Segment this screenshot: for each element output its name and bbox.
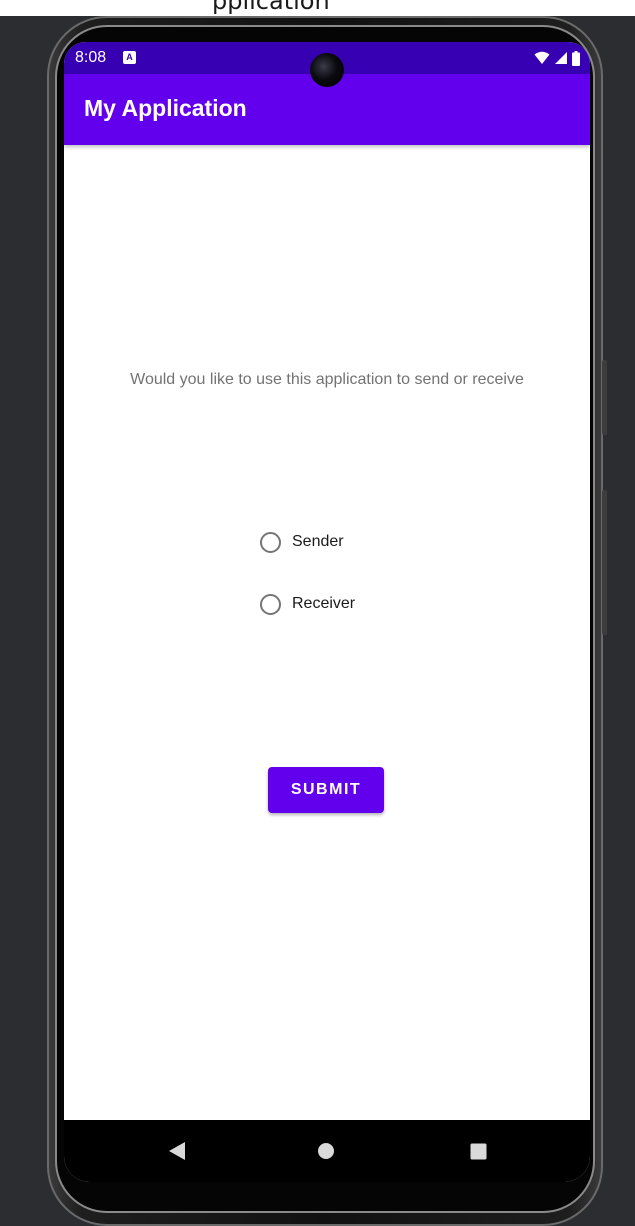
- home-icon: [318, 1143, 334, 1159]
- notification-icon: A: [123, 51, 136, 64]
- nav-back-button[interactable]: [162, 1136, 192, 1166]
- app-title: My Application: [84, 95, 247, 121]
- question-text: Would you like to use this application t…: [130, 371, 524, 388]
- status-time: 8:08: [75, 49, 107, 66]
- battery-icon: [572, 50, 580, 66]
- submit-button[interactable]: SUBMIT: [268, 767, 384, 813]
- phone-volume-button[interactable]: [602, 490, 607, 635]
- nav-recents-button[interactable]: [463, 1136, 493, 1166]
- ide-title-fragment: pplication: [212, 0, 330, 15]
- role-radio-group: Sender Receiver: [260, 528, 355, 652]
- front-camera: [310, 53, 344, 87]
- status-icons: [534, 50, 580, 66]
- nav-home-button[interactable]: [311, 1136, 341, 1166]
- recents-icon: [470, 1143, 486, 1159]
- back-icon: [169, 1142, 185, 1160]
- radio-sender[interactable]: Sender: [260, 528, 355, 556]
- radio-receiver[interactable]: Receiver: [260, 590, 355, 618]
- ide-top-strip: pplication: [0, 0, 635, 16]
- radio-receiver-label: Receiver: [292, 595, 356, 612]
- radio-unchecked-icon[interactable]: [260, 531, 281, 553]
- phone-power-button[interactable]: [602, 360, 607, 435]
- navigation-bar: [64, 1120, 590, 1182]
- wifi-icon: [534, 51, 550, 64]
- cell-signal-icon: [555, 52, 567, 64]
- radio-unchecked-icon[interactable]: [260, 593, 281, 615]
- device-screen: 8:08 A My Application Would you like to …: [64, 42, 590, 1182]
- radio-sender-label: Sender: [292, 533, 344, 550]
